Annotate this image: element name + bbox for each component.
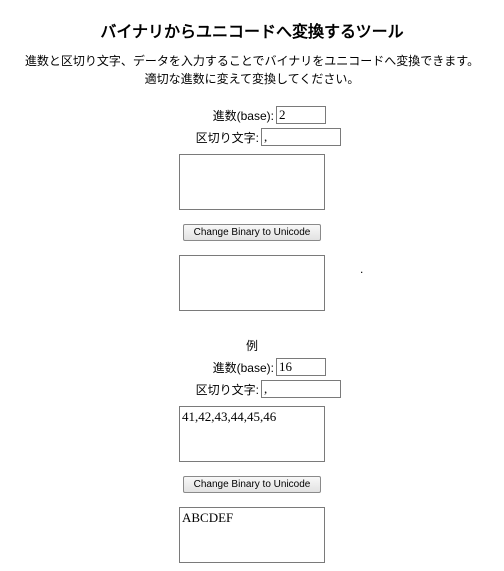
output-textarea[interactable] — [179, 255, 325, 311]
base-row: 進数(base): — [0, 106, 504, 124]
desc-line-1: 進数と区切り文字、データを入力することでバイナリをユニコードへ変換できます。 — [25, 54, 479, 68]
stray-dot: . — [360, 262, 363, 276]
example-delimiter-input[interactable] — [261, 380, 341, 398]
example-base-input[interactable] — [276, 358, 326, 376]
base-input[interactable] — [276, 106, 326, 124]
delimiter-input[interactable] — [261, 128, 341, 146]
page-title: バイナリからユニコードへ変換するツール — [0, 18, 504, 42]
example-delimiter-row: 区切り文字: — [0, 380, 504, 398]
delimiter-label: 区切り文字: — [163, 129, 261, 146]
base-label: 進数(base): — [178, 107, 276, 124]
page: バイナリからユニコードへ変換するツール 進数と区切り文字、データを入力することで… — [0, 0, 504, 563]
example-input-textarea[interactable] — [179, 406, 325, 462]
example-output-textarea[interactable] — [179, 507, 325, 563]
input-textarea[interactable] — [179, 154, 325, 210]
example-base-label: 進数(base): — [178, 359, 276, 376]
description: 進数と区切り文字、データを入力することでバイナリをユニコードへ変換できます。 適… — [0, 52, 504, 88]
example-heading: 例 — [0, 337, 504, 354]
example-delimiter-label: 区切り文字: — [163, 381, 261, 398]
desc-line-2: 適切な進数に変えて変換してください。 — [145, 72, 360, 86]
delimiter-row: 区切り文字: — [0, 128, 504, 146]
convert-button[interactable]: Change Binary to Unicode — [183, 224, 322, 241]
example-convert-button[interactable]: Change Binary to Unicode — [183, 476, 322, 493]
example-base-row: 進数(base): — [0, 358, 504, 376]
